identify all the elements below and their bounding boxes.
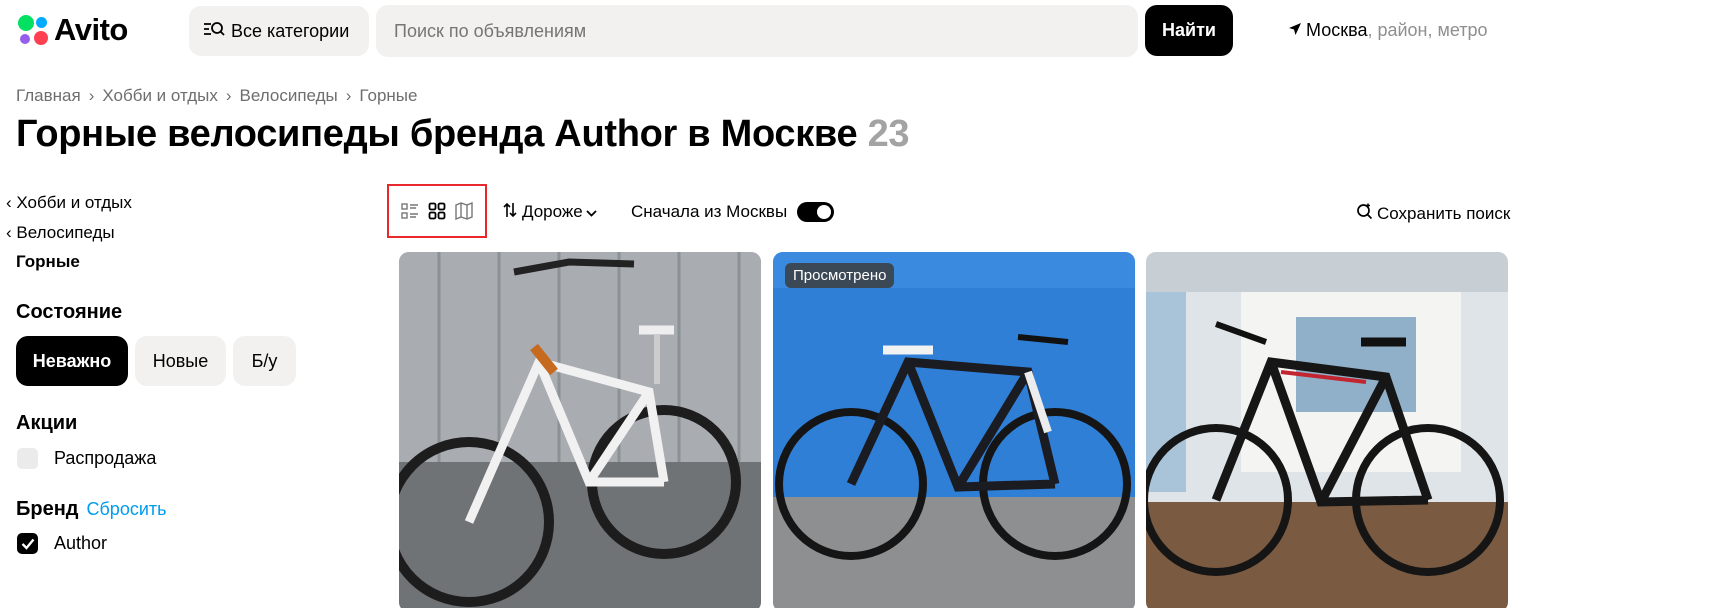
sidebar-back-bicycles[interactable]: ‹ Велосипеды [6, 223, 115, 243]
listing-photo [1146, 252, 1508, 608]
logo-dots-icon [16, 13, 50, 47]
sale-checkbox[interactable] [17, 448, 38, 469]
chevron-left-icon: ‹ [6, 193, 12, 212]
sale-checkbox-row[interactable]: Распродажа [17, 448, 156, 469]
brand-heading-row: Бренд Сбросить [16, 498, 167, 521]
listing-card[interactable] [1146, 252, 1508, 608]
find-button[interactable]: Найти [1145, 5, 1233, 56]
results-count: 23 [867, 113, 910, 155]
condition-any[interactable]: Неважно [16, 336, 128, 386]
location-hint: , район, метро [1367, 20, 1488, 40]
breadcrumb: Главная › Хобби и отдых › Велосипеды › Г… [16, 86, 417, 106]
sidebar-back-label: Хобби и отдых [16, 193, 132, 212]
view-mode-toggles [387, 184, 487, 238]
sort-arrows-icon [503, 202, 517, 222]
page-title: Горные велосипеды бренда Author в Москве… [16, 113, 910, 156]
map-view-icon[interactable] [454, 202, 473, 220]
breadcrumb-hobby[interactable]: Хобби и отдых [102, 86, 217, 106]
sort-dropdown[interactable]: Дороже [503, 202, 597, 222]
all-categories-label: Все категории [231, 20, 350, 41]
checkmark-icon [21, 538, 34, 550]
chevron-down-icon [586, 202, 597, 222]
breadcrumb-mountain[interactable]: Горные [359, 86, 417, 106]
location-arrow-icon [1288, 22, 1302, 39]
menu-search-icon [203, 21, 225, 41]
chevron-right-icon: › [88, 86, 95, 105]
brand-author-label: Author [54, 533, 108, 553]
viewed-badge: Просмотрено [785, 263, 895, 288]
grid-view-icon[interactable] [428, 202, 446, 220]
breadcrumb-bicycles[interactable]: Велосипеды [240, 86, 338, 106]
chevron-right-icon: › [345, 86, 352, 105]
moscow-first-toggle[interactable] [797, 202, 835, 222]
promotions-heading: Акции [16, 412, 78, 434]
all-categories-button[interactable]: Все категории [189, 6, 369, 56]
brand-reset-link[interactable]: Сбросить [87, 499, 167, 519]
listing-photo [399, 252, 761, 608]
sidebar-current-category: Горные [16, 252, 80, 271]
location-selector[interactable]: Москва , район, метро [1288, 20, 1488, 41]
sidebar-back-hobby[interactable]: ‹ Хобби и отдых [6, 193, 132, 213]
brand-author-row[interactable]: Author [17, 533, 107, 554]
chevron-left-icon: ‹ [6, 223, 12, 242]
sidebar-back-label: Велосипеды [16, 223, 115, 242]
breadcrumb-home[interactable]: Главная [16, 86, 81, 106]
chevron-right-icon: › [225, 86, 232, 105]
logo-text: Avito [54, 12, 128, 47]
moscow-first-label: Сначала из Москвы [631, 202, 788, 221]
save-search-icon [1356, 203, 1373, 225]
listing-photo [773, 252, 1135, 608]
avito-logo[interactable]: Avito [16, 12, 128, 48]
condition-used[interactable]: Б/у [233, 336, 296, 386]
sort-label: Дороже [522, 202, 583, 221]
brand-heading: Бренд [16, 498, 79, 520]
save-search-button[interactable]: Сохранить поиск [1356, 203, 1510, 225]
listing-card[interactable] [399, 252, 761, 608]
moscow-first-option: Сначала из Москвы [631, 202, 835, 222]
page-title-text: Горные велосипеды бренда Author в Москве [16, 113, 858, 155]
location-city: Москва [1306, 20, 1368, 40]
condition-new[interactable]: Новые [135, 336, 226, 386]
listing-card[interactable]: Просмотрено [773, 252, 1135, 608]
list-view-icon[interactable] [401, 202, 419, 220]
sale-label: Распродажа [54, 448, 157, 468]
condition-heading: Состояние [16, 301, 123, 323]
save-search-label: Сохранить поиск [1377, 204, 1511, 223]
search-input[interactable] [376, 5, 1138, 57]
brand-author-checkbox[interactable] [17, 533, 38, 554]
